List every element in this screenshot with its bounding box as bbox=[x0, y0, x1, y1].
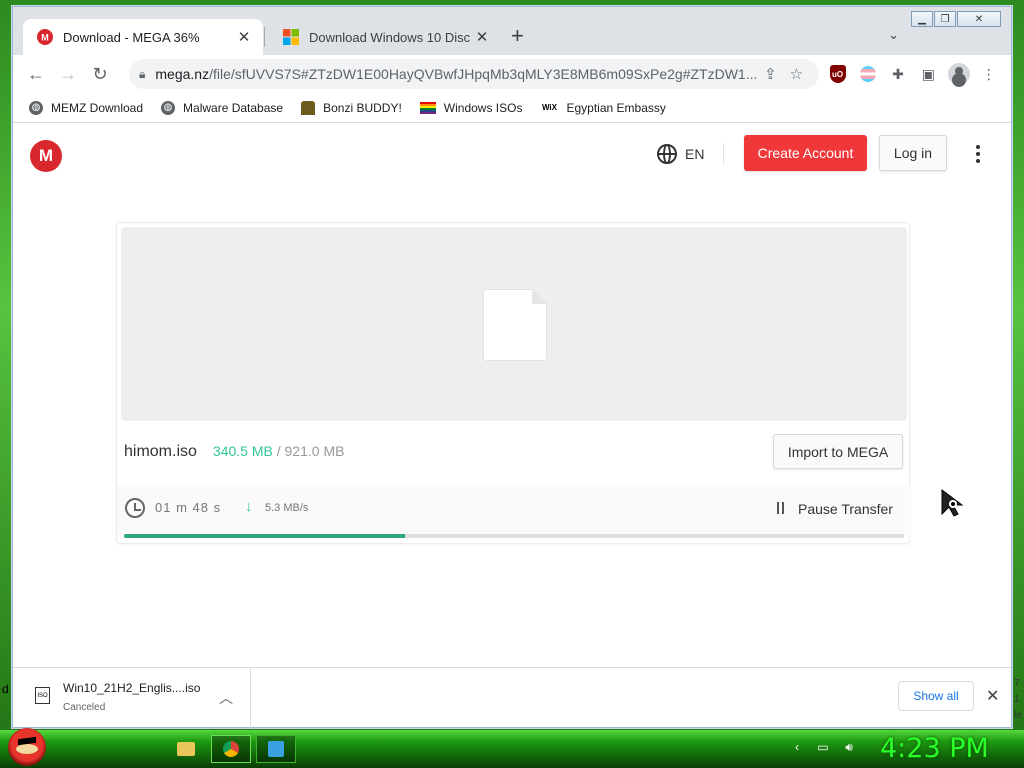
bookmark-malware-database[interactable]: ◍ Malware Database bbox=[161, 100, 283, 115]
total-size: 921.0 MB bbox=[284, 443, 345, 459]
bookmark-egyptian-embassy[interactable]: WiX Egyptian Embassy bbox=[540, 101, 666, 115]
progress-fill bbox=[124, 534, 405, 538]
trans-flag-extension-icon[interactable] bbox=[856, 60, 880, 88]
microsoft-favicon-icon bbox=[283, 29, 299, 45]
file-preview bbox=[121, 227, 907, 421]
globe-icon: ◍ bbox=[161, 100, 176, 115]
download-arrow-icon: ↓ bbox=[245, 498, 253, 515]
back-arrow-icon[interactable]: ← bbox=[23, 59, 49, 89]
transfer-status-row: 01 m 48 s ↓ 5.3 MB/s Pause Transfer bbox=[117, 485, 911, 535]
pause-icon[interactable] bbox=[777, 502, 787, 514]
profile-avatar-icon[interactable] bbox=[946, 60, 970, 88]
share-icon[interactable]: ⇪ bbox=[757, 65, 783, 83]
bonzi-icon bbox=[301, 100, 316, 115]
header-divider bbox=[723, 143, 724, 165]
tab-title: Download - MEGA 36% bbox=[63, 29, 200, 45]
create-account-button[interactable]: Create Account bbox=[744, 135, 867, 171]
tab-close-icon[interactable]: ✕ bbox=[473, 28, 491, 46]
network-icon[interactable]: ▭ bbox=[816, 740, 830, 754]
minimize-button[interactable]: ▁ bbox=[911, 11, 933, 27]
desktop-text-left: d bbox=[2, 682, 9, 696]
app-taskbar-icon[interactable] bbox=[256, 735, 296, 763]
download-shelf: ISO Win10_21H2_Englis....iso Canceled ︿ … bbox=[13, 667, 1011, 728]
bookmarks-bar: ◍ MEMZ Download ◍ Malware Database Bonzi… bbox=[13, 93, 1011, 123]
size-separator: / bbox=[276, 443, 281, 459]
bookmark-memz-download[interactable]: ◍ MEMZ Download bbox=[29, 100, 143, 115]
downloaded-size: 340.5 MB bbox=[212, 443, 273, 459]
forward-arrow-icon[interactable]: → bbox=[55, 59, 81, 89]
download-status: Canceled bbox=[63, 702, 106, 713]
iso-file-icon: ISO bbox=[35, 687, 50, 704]
mouse-cursor-icon bbox=[941, 489, 964, 517]
bookmark-windows-isos[interactable]: Windows ISOs bbox=[419, 101, 522, 115]
window-controls: ▁ ❐ ✕ bbox=[911, 11, 1001, 27]
bookmark-bonzi-buddy[interactable]: Bonzi BUDDY! bbox=[301, 100, 402, 115]
tab-windows-download[interactable]: Download Windows 10 Disc Imag ✕ bbox=[269, 19, 501, 55]
ublock-origin-icon[interactable]: uO bbox=[825, 60, 849, 88]
import-to-mega-button[interactable]: Import to MEGA bbox=[773, 434, 903, 469]
mega-page: M EN Create Account Log in himom.iso 340… bbox=[13, 123, 1011, 667]
browser-toolbar: ← → ↻ 🔒︎ mega.nz/file/sfUVVS7S#ZTzDW1E00… bbox=[13, 55, 1011, 93]
desktop-text-right: 7 1 le bbox=[1014, 678, 1022, 721]
bookmark-star-icon[interactable]: ☆ bbox=[783, 65, 809, 83]
extensions-puzzle-icon[interactable]: ✚ bbox=[886, 60, 910, 88]
globe-icon bbox=[657, 144, 677, 164]
generic-file-icon bbox=[483, 289, 547, 361]
language-selector[interactable]: EN bbox=[657, 144, 704, 164]
lock-icon[interactable]: 🔒︎ bbox=[139, 67, 145, 82]
clock-icon bbox=[125, 498, 145, 518]
rainbow-flag-icon bbox=[419, 101, 436, 114]
window-close-button[interactable]: ✕ bbox=[957, 11, 1001, 27]
side-panel-icon[interactable]: ▣ bbox=[916, 60, 940, 88]
taskbar: ‹ ▭ 🔊︎ 4:23 PM bbox=[0, 728, 1024, 768]
transfer-speed: 5.3 MB/s bbox=[265, 502, 309, 514]
volume-icon[interactable]: 🔊︎ bbox=[842, 740, 856, 754]
wix-icon: WiX bbox=[541, 103, 557, 112]
close-shelf-icon[interactable]: ✕ bbox=[986, 686, 999, 706]
svg-text:M: M bbox=[41, 33, 49, 43]
time-remaining: 01 m 48 s bbox=[155, 500, 222, 515]
login-button[interactable]: Log in bbox=[879, 135, 947, 171]
tab-close-icon[interactable]: ✕ bbox=[235, 28, 253, 46]
system-tray: ‹ ▭ 🔊︎ bbox=[790, 740, 856, 755]
tab-mega-download[interactable]: M Download - MEGA 36% ✕ bbox=[23, 19, 263, 55]
new-tab-icon[interactable]: + bbox=[511, 25, 524, 47]
maximize-button[interactable]: ❐ bbox=[934, 11, 956, 27]
tab-search-chevron-icon[interactable]: ⌄ bbox=[888, 27, 899, 43]
pause-transfer-button[interactable]: Pause Transfer bbox=[798, 501, 893, 517]
globe-icon: ◍ bbox=[29, 100, 43, 115]
mega-favicon-icon: M bbox=[37, 29, 53, 45]
download-item[interactable]: ISO Win10_21H2_Englis....iso Canceled ︿ bbox=[13, 668, 251, 728]
browser-menu-icon[interactable]: ⋮ bbox=[977, 60, 1001, 88]
start-button-angry-bird-icon[interactable] bbox=[8, 728, 46, 766]
file-explorer-icon[interactable] bbox=[166, 735, 206, 763]
taskbar-clock[interactable]: 4:23 PM bbox=[880, 733, 989, 764]
browser-window: M Download - MEGA 36% ✕ Download Windows… bbox=[12, 6, 1012, 728]
tab-strip: M Download - MEGA 36% ✕ Download Windows… bbox=[13, 7, 1011, 55]
download-card: himom.iso 340.5 MB / 921.0 MB Import to … bbox=[116, 222, 911, 544]
tray-chevron-icon[interactable]: ‹ bbox=[790, 740, 804, 754]
more-menu-icon[interactable] bbox=[974, 145, 982, 163]
chrome-taskbar-icon[interactable] bbox=[211, 735, 251, 763]
file-name: himom.iso bbox=[124, 443, 197, 460]
tab-separator bbox=[264, 27, 265, 47]
file-info: himom.iso 340.5 MB / 921.0 MB bbox=[124, 443, 344, 461]
reload-icon[interactable]: ↻ bbox=[87, 59, 113, 89]
download-file-name: Win10_21H2_Englis....iso bbox=[63, 681, 201, 695]
address-bar[interactable]: 🔒︎ mega.nz/file/sfUVVS7S#ZTzDW1E00HayQVB… bbox=[129, 59, 820, 89]
tab-title: Download Windows 10 Disc Imag bbox=[309, 29, 473, 45]
file-size: 340.5 MB / 921.0 MB bbox=[213, 443, 345, 459]
chevron-up-icon[interactable]: ︿ bbox=[219, 688, 233, 708]
show-all-button[interactable]: Show all bbox=[898, 681, 974, 711]
mega-logo[interactable]: M bbox=[30, 140, 62, 172]
download-progress-bar bbox=[124, 534, 904, 538]
url-text[interactable]: mega.nz/file/sfUVVS7S#ZTzDW1E00HayQVBwfJ… bbox=[155, 66, 757, 82]
